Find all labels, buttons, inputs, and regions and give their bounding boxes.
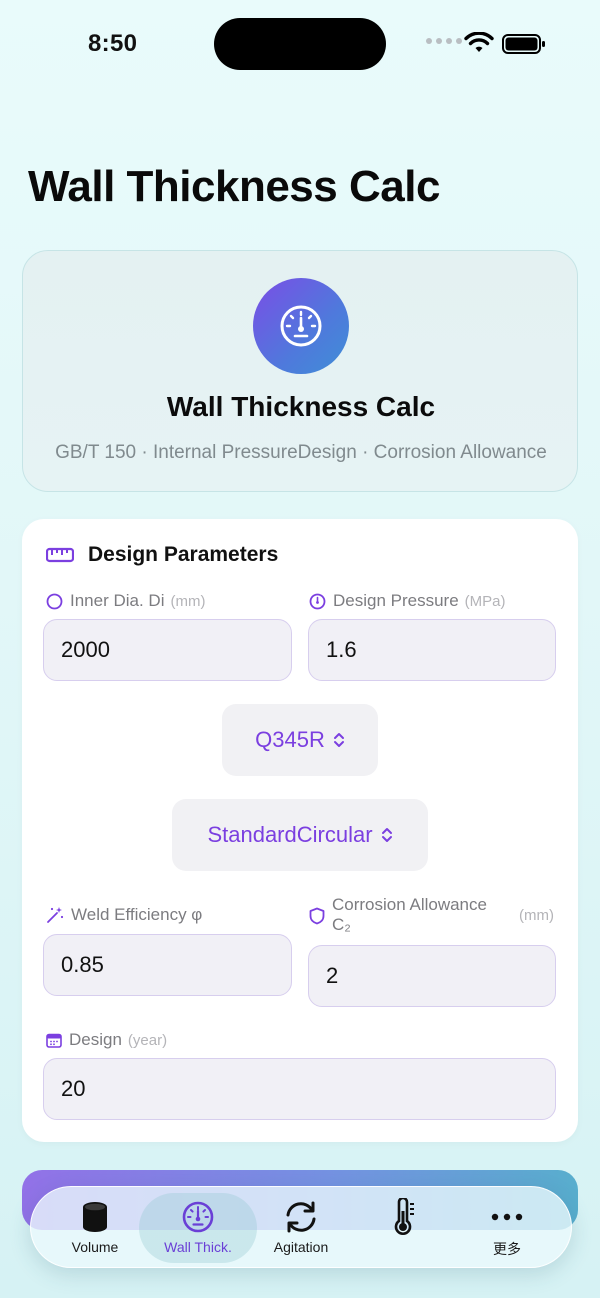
design-life-label-text: Design: [69, 1030, 122, 1049]
material-picker-value: Q345R: [255, 727, 325, 752]
shield-icon: [309, 907, 325, 925]
signal-dots-icon: [426, 38, 462, 44]
head-type-picker[interactable]: StandardCircular: [172, 799, 428, 871]
circle-icon: [46, 593, 63, 610]
design-life-input[interactable]: 20: [43, 1058, 556, 1120]
rotate-arrows-icon: [282, 1199, 320, 1235]
gauge-icon: [309, 593, 326, 610]
material-picker[interactable]: Q345R: [222, 704, 378, 776]
tab-temperature[interactable]: [350, 1187, 458, 1269]
tab-label: Agitation: [273, 1239, 329, 1255]
wifi-icon: [464, 32, 494, 52]
weld-efficiency-input[interactable]: 0.85: [43, 934, 292, 996]
weld-efficiency-label: Weld Efficiency φ: [46, 905, 202, 925]
head-type-picker-value: StandardCircular: [207, 822, 373, 847]
hero-subtitle: GB/T 150 · Internal PressureDesign · Cor…: [55, 442, 547, 463]
tab-more[interactable]: 更多: [453, 1187, 561, 1269]
gauge-icon: [181, 1199, 215, 1235]
design-parameters-card: Design Parameters Inner Dia. Di (mm) 2000…: [22, 519, 578, 1142]
inner-dia-input[interactable]: 2000: [43, 619, 292, 681]
design-pressure-label-text: Design Pressure: [333, 591, 459, 610]
design-pressure-unit: (MPa): [464, 593, 506, 610]
hero-card: Wall Thickness Calc GB/T 150 · Internal …: [22, 250, 578, 492]
inner-dia-label: Inner Dia. Di (mm): [46, 591, 205, 611]
tab-label: Volume: [71, 1239, 119, 1255]
thermometer-icon: [391, 1198, 417, 1235]
section-title: Design Parameters: [88, 543, 279, 566]
tab-agitation[interactable]: Agitation: [247, 1187, 355, 1269]
cylinder-icon: [82, 1199, 108, 1235]
tab-label: Wall Thick.: [164, 1239, 232, 1255]
corrosion-allowance-input[interactable]: 2: [308, 945, 556, 1007]
dynamic-island: [214, 18, 386, 70]
status-bar: 8:50: [0, 0, 600, 90]
hero-title: Wall Thickness Calc: [166, 391, 436, 422]
chevron-updown-icon: [381, 828, 392, 842]
status-time: 8:50: [88, 30, 138, 57]
calendar-icon: [46, 1033, 62, 1048]
page-title: Wall Thickness Calc: [28, 162, 440, 211]
battery-icon: [502, 34, 545, 54]
chevron-updown-icon: [333, 733, 344, 747]
design-life-label: Design (year): [46, 1030, 167, 1050]
weld-efficiency-label-text: Weld Efficiency φ: [71, 905, 203, 924]
section-header: Design Parameters: [46, 543, 278, 567]
tab-label: 更多: [493, 1241, 521, 1257]
inner-dia-unit: (mm): [170, 593, 206, 610]
corrosion-allowance-label-text: Corrosion Allowance: [332, 895, 487, 914]
design-life-unit: (year): [127, 1032, 168, 1049]
ruler-icon: [46, 547, 74, 563]
tab-bar: Volume Wall Thick. Agitation 更多: [30, 1186, 572, 1268]
inner-dia-label-text: Inner Dia. Di: [70, 591, 165, 610]
corrosion-allowance-label: Corrosion Allowance C₂ (mm): [309, 895, 555, 935]
sparkle-wand-icon: [47, 907, 64, 923]
design-pressure-input[interactable]: 1.6: [308, 619, 556, 681]
corrosion-allowance-subscript: C₂: [332, 915, 351, 934]
design-pressure-label: Design Pressure (MPa): [309, 591, 506, 611]
tab-volume[interactable]: Volume: [41, 1187, 149, 1269]
corrosion-allowance-unit: (mm): [519, 907, 554, 924]
tab-wall-thick[interactable]: Wall Thick.: [144, 1187, 252, 1269]
ellipsis-icon: [491, 1199, 523, 1235]
gauge-icon: [253, 278, 349, 374]
